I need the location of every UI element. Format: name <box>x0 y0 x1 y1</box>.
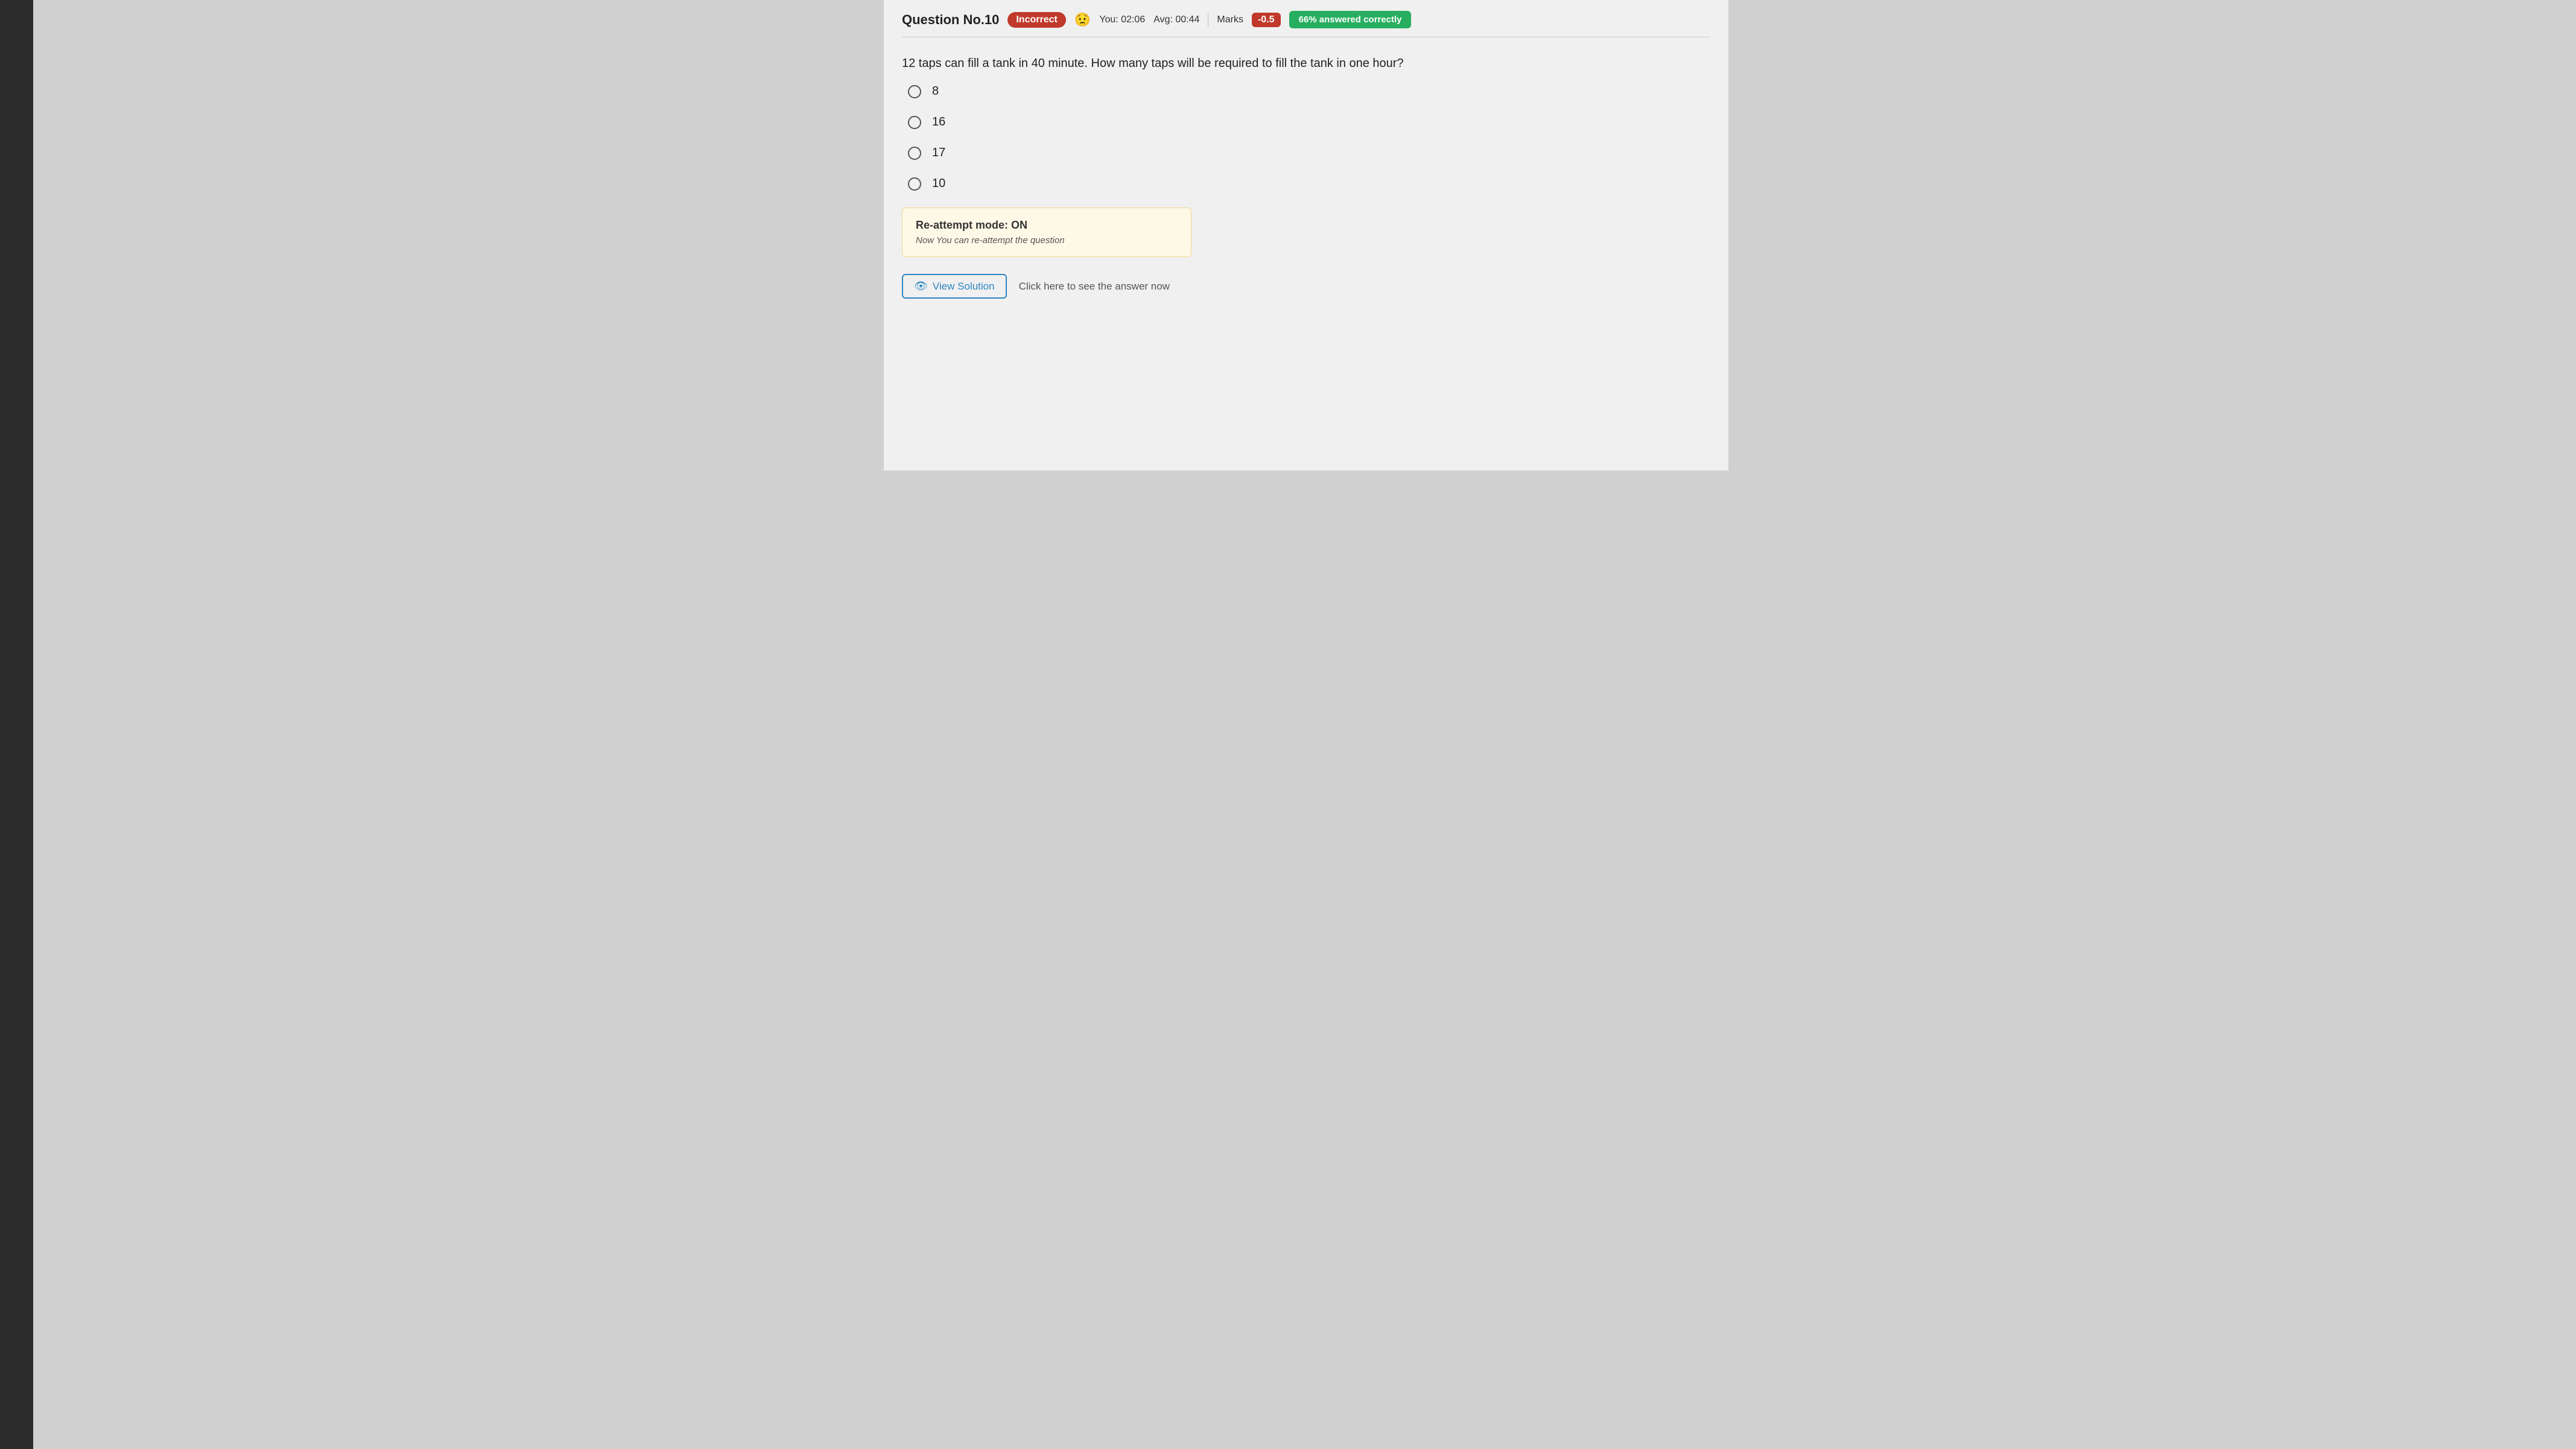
option-16-label: 16 <box>932 115 945 129</box>
question-page: Question No.10 Incorrect 😟 You: 02:06 Av… <box>884 0 1728 471</box>
header-row: Question No.10 Incorrect 😟 You: 02:06 Av… <box>902 11 1710 37</box>
click-hint: Click here to see the answer now <box>1019 281 1170 293</box>
radio-8[interactable] <box>908 85 921 98</box>
sad-emoji-icon: 😟 <box>1074 12 1091 28</box>
incorrect-badge: Incorrect <box>1007 12 1065 28</box>
reattempt-subtitle: Now You can re-attempt the question <box>916 235 1178 246</box>
option-10[interactable]: 10 <box>908 177 1710 191</box>
option-8-label: 8 <box>932 84 939 98</box>
view-solution-button[interactable]: 👁 View Solution <box>902 274 1007 299</box>
option-16[interactable]: 16 <box>908 115 1710 129</box>
view-solution-label: View Solution <box>933 281 995 293</box>
marks-value: -0.5 <box>1252 13 1281 27</box>
option-8[interactable]: 8 <box>908 84 1710 98</box>
option-17[interactable]: 17 <box>908 146 1710 160</box>
reattempt-title: Re-attempt mode: ON <box>916 219 1178 232</box>
question-number: Question No.10 <box>902 12 999 28</box>
options-list: 8 16 17 10 <box>908 84 1710 191</box>
left-sidebar <box>0 0 33 1449</box>
avg-time: Avg: 00:44 <box>1153 14 1199 25</box>
view-solution-row: 👁 View Solution Click here to see the an… <box>902 274 1710 299</box>
radio-16[interactable] <box>908 116 921 129</box>
marks-label: Marks <box>1217 14 1243 25</box>
correct-pct-badge: 66% answered correctly <box>1289 11 1412 28</box>
option-10-label: 10 <box>932 177 945 191</box>
you-time: You: 02:06 <box>1099 14 1145 25</box>
radio-17[interactable] <box>908 147 921 160</box>
reattempt-box: Re-attempt mode: ON Now You can re-attem… <box>902 208 1191 257</box>
option-17-label: 17 <box>932 146 945 160</box>
radio-10[interactable] <box>908 177 921 191</box>
question-text: 12 taps can fill a tank in 40 minute. Ho… <box>902 54 1710 72</box>
eye-icon: 👁 <box>914 280 928 293</box>
